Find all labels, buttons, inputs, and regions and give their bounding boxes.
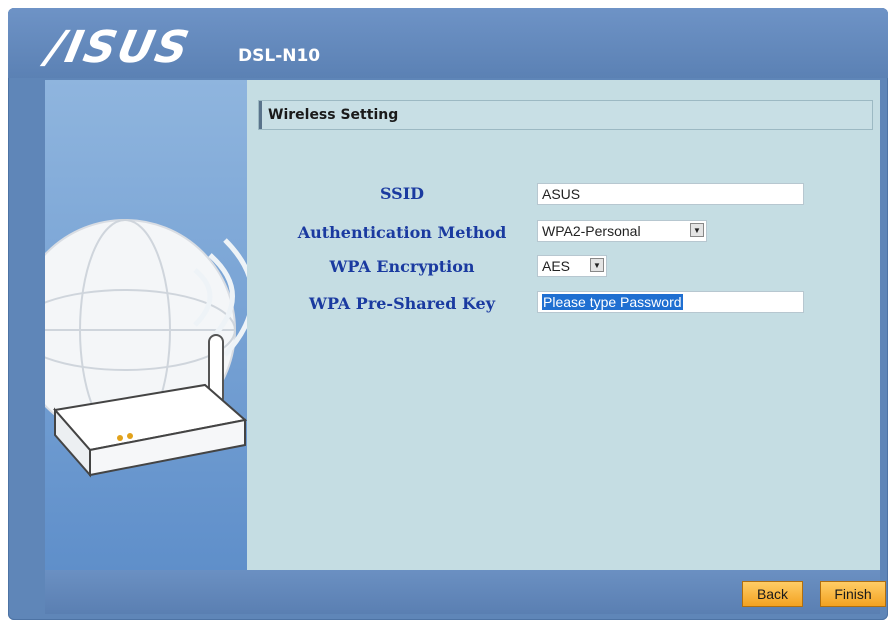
back-button[interactable]: Back <box>742 581 803 607</box>
auth-method-value: WPA2-Personal <box>542 223 641 239</box>
main-content: Wireless Setting SSID ASUS Authenticatio… <box>247 80 880 570</box>
header-bar: /ISUS DSL-N10 <box>8 8 888 78</box>
section-title: Wireless Setting <box>268 107 399 123</box>
model-name: DSL-N10 <box>238 46 321 66</box>
finish-button[interactable]: Finish <box>820 581 886 607</box>
wizard-window: /ISUS DSL-N10 Wireless Setting SSID ASUS <box>8 8 888 620</box>
ssid-label: SSID <box>379 184 425 203</box>
asus-logo: /ISUS <box>42 22 195 73</box>
auth-method-select[interactable]: WPA2-Personal ▼ <box>537 220 707 242</box>
footer-bar: Back Finish <box>45 570 886 614</box>
wpa-encryption-value: AES <box>542 258 571 274</box>
sidebar-illustration <box>45 80 247 570</box>
psk-label: WPA Pre-Shared Key <box>308 294 496 313</box>
chevron-down-icon[interactable]: ▼ <box>690 223 704 237</box>
wpa-encryption-label: WPA Encryption <box>329 257 475 276</box>
auth-method-label: Authentication Method <box>297 223 507 242</box>
section-title-bar: Wireless Setting <box>258 100 873 130</box>
ssid-field[interactable]: ASUS <box>537 183 804 205</box>
chevron-down-icon[interactable]: ▼ <box>590 258 604 272</box>
psk-field[interactable]: Please type Password <box>537 291 804 313</box>
wpa-encryption-select[interactable]: AES ▼ <box>537 255 607 277</box>
psk-selected-text: Please type Password <box>542 294 683 310</box>
router-globe-illustration <box>45 219 247 478</box>
